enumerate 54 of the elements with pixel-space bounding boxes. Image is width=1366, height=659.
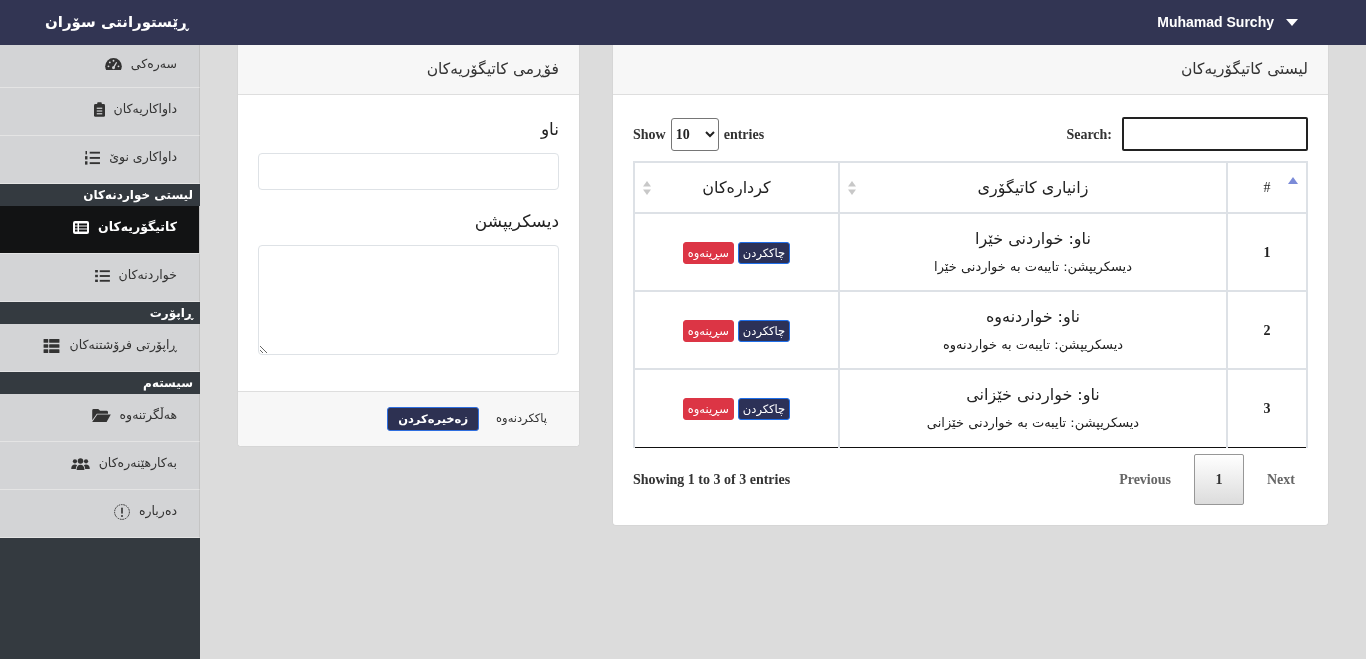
table-info-text: Showing 1 to 3 of 3 entries	[633, 470, 791, 489]
card-header: لیستی کاتیگۆریەکان	[613, 45, 1328, 95]
sidebar-item[interactable]: ڕاپۆرتی فرۆشتنەکان	[0, 324, 200, 372]
category-name: ناو: خواردنی خێرا	[974, 228, 1092, 250]
sidebar-item[interactable]: بەکارهێنەرەکان	[0, 442, 200, 490]
edit-button[interactable]: چاککردن	[737, 242, 791, 264]
sidebar-item[interactable]: هەڵگرتنەوە	[0, 394, 200, 442]
sidebar-item[interactable]: خواردنەکان	[0, 254, 200, 302]
search-field[interactable]	[1122, 117, 1308, 151]
category-description: دیسکریپشن: تایبەت بە خواردنی خێزانی	[925, 414, 1141, 433]
page-button[interactable]: 1	[1194, 453, 1244, 505]
clear-button[interactable]: پاککردنەوە	[484, 406, 559, 432]
gauge-icon	[104, 58, 122, 70]
sidebar-item[interactable]: داواکاریەکان	[0, 88, 200, 136]
list-icon	[94, 269, 110, 282]
users-icon	[70, 457, 90, 470]
row-number: 2	[1227, 291, 1307, 369]
page-length-select[interactable]: 10	[670, 117, 719, 151]
sidebar-item[interactable]: دەربارە	[0, 490, 200, 538]
column-header[interactable]: #	[1227, 162, 1307, 213]
category-description: دیسکریپشن: تایبەت بە خواردنی خێرا	[933, 258, 1133, 276]
column-header[interactable]: زانیاری کاتیگۆری	[839, 162, 1227, 213]
table-list-icon	[73, 221, 90, 234]
entries-label: entries	[723, 125, 765, 144]
search-label: Search:	[1066, 125, 1112, 144]
delete-button[interactable]: سڕینەوە	[682, 242, 734, 264]
row-number: 3	[1227, 369, 1307, 447]
sidebar-item[interactable]: سەرەکی	[0, 45, 200, 88]
category-name: ناو: خواردنەوە	[984, 306, 1082, 328]
delete-button[interactable]: سڕینەوە	[682, 398, 734, 421]
card-header: فۆڕمی کاتیگۆریەکان	[238, 45, 579, 95]
caret-icon	[1286, 19, 1298, 26]
form-label: ناو	[539, 118, 559, 141]
numbered-list-icon	[85, 150, 101, 165]
sidebar-item[interactable]: داواکاری نوێ	[0, 136, 200, 184]
exclamation-circle-icon	[113, 503, 130, 520]
edit-button[interactable]: چاککردن	[737, 320, 791, 342]
show-label: Show	[633, 125, 666, 144]
column-header[interactable]: کردارەکان	[634, 162, 839, 213]
user-menu-toggle[interactable]: Muhamad Surchy	[1157, 12, 1298, 33]
row-number: 1	[1227, 213, 1307, 291]
sidebar-item[interactable]: کاتیگۆریەکان	[0, 206, 200, 254]
text-input-field[interactable]	[258, 153, 559, 190]
brand-title[interactable]: ڕێستورانتی سۆران	[45, 11, 189, 34]
category-name: ناو: خواردنی خێزانی	[965, 384, 1101, 407]
form-label: دیسکریپشن	[473, 210, 559, 233]
textarea-field[interactable]	[258, 245, 559, 355]
save-button[interactable]: زەخیرەکردن	[387, 407, 480, 431]
table-icon	[43, 338, 61, 353]
clipboard-icon	[93, 102, 105, 117]
category-description: دیسکریپشن: تایبەت بە خواردنەوە	[941, 336, 1125, 354]
folder-icon	[91, 409, 111, 422]
edit-button[interactable]: چاککردن	[737, 398, 791, 421]
delete-button[interactable]: سڕینەوە	[682, 320, 734, 342]
